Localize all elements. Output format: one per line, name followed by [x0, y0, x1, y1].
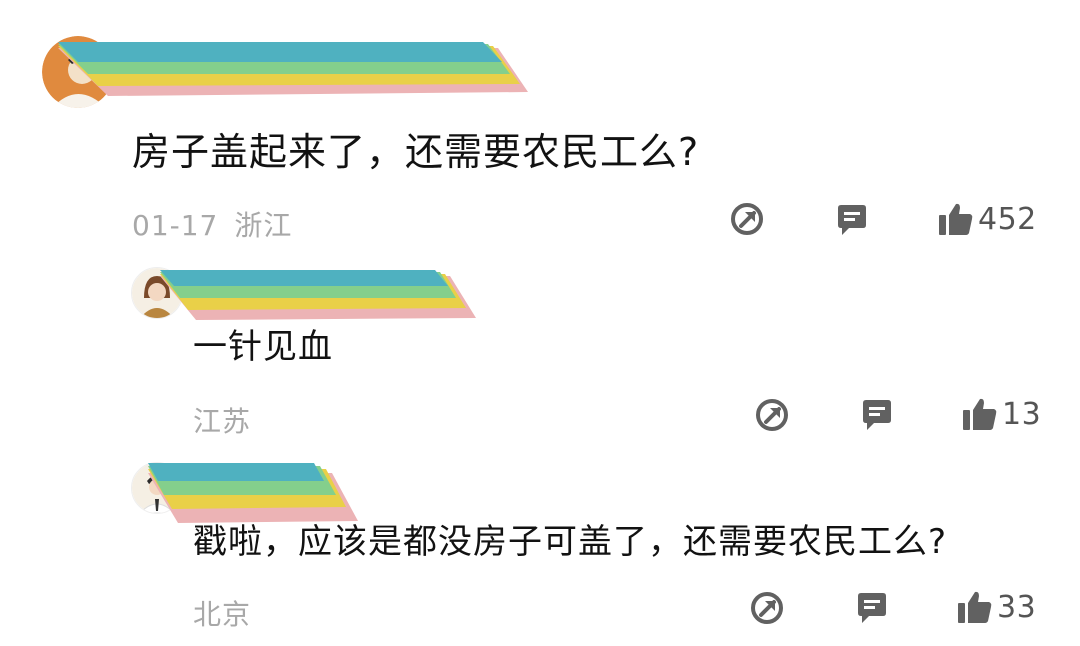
like-button[interactable]: 13 — [962, 396, 1041, 432]
reply-text: 一针见血 — [193, 327, 333, 367]
reply-meta: 北京 — [193, 593, 251, 633]
reply-item: 一针见血 江苏 13 — [0, 250, 1080, 445]
thumbs-up-icon — [963, 398, 997, 430]
thumbs-up-icon — [939, 203, 973, 235]
share-button[interactable] — [755, 398, 789, 432]
comment-location: 浙江 — [234, 209, 293, 242]
reply-meta: 江苏 — [193, 400, 251, 440]
reply-item: 戳啦，应该是都没房子可盖了，还需要农民工么? 北京 33 — [0, 445, 1080, 646]
comment-text: 房子盖起来了，还需要农民工么? — [132, 130, 700, 174]
share-icon — [756, 399, 788, 431]
reply-button[interactable] — [855, 591, 889, 625]
like-count: 452 — [978, 201, 1037, 237]
reply-text: 戳啦，应该是都没房子可盖了，还需要农民工么? — [193, 522, 948, 562]
like-count: 13 — [1002, 396, 1042, 432]
share-button[interactable] — [750, 591, 784, 625]
share-button[interactable] — [730, 202, 764, 236]
comment-date: 01-17 — [132, 209, 219, 242]
username-redacted — [148, 463, 368, 525]
reply-icon — [838, 205, 866, 235]
reply-location: 北京 — [193, 598, 252, 631]
reply-icon — [858, 593, 886, 623]
comment-item: 房子盖起来了，还需要农民工么? 01-17 浙江 452 — [0, 0, 1080, 250]
like-button[interactable]: 452 — [938, 201, 1037, 237]
username-redacted — [58, 42, 538, 102]
reply-location: 江苏 — [193, 405, 252, 438]
reply-button[interactable] — [860, 398, 894, 432]
username-redacted — [160, 270, 480, 322]
thumbs-up-icon — [958, 591, 992, 623]
share-icon — [751, 592, 783, 624]
reply-button[interactable] — [835, 203, 869, 237]
like-button[interactable]: 33 — [957, 589, 1036, 625]
reply-icon — [863, 400, 891, 430]
like-count: 33 — [997, 589, 1037, 625]
comment-meta: 01-17 浙江 — [132, 204, 292, 244]
share-icon — [731, 203, 763, 235]
